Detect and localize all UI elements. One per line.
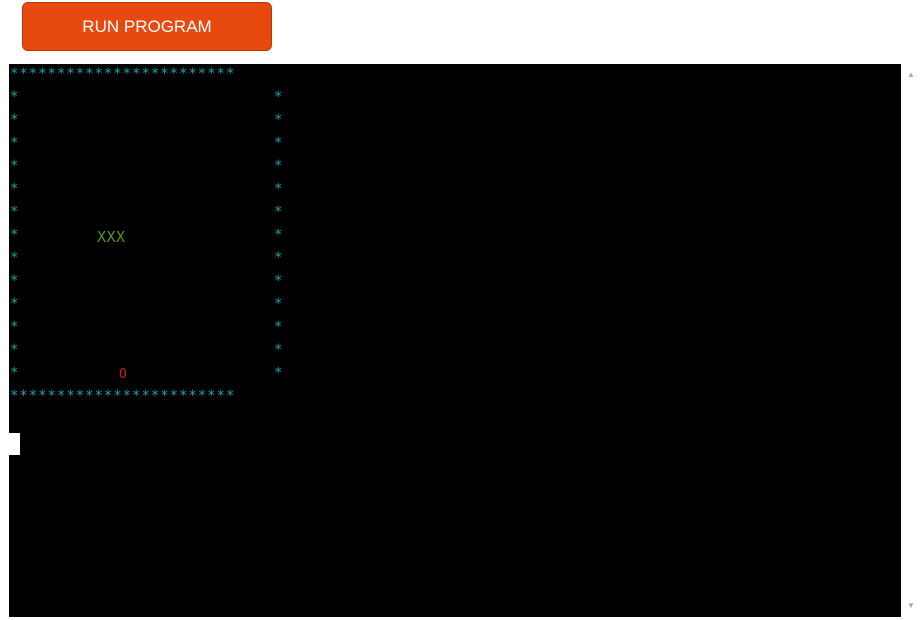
wall-right: * bbox=[274, 158, 283, 174]
wall-left: * bbox=[10, 365, 19, 381]
wall-right: * bbox=[274, 296, 283, 312]
wall-left: * bbox=[10, 181, 19, 197]
text-cursor bbox=[9, 433, 20, 455]
wall-left: * bbox=[10, 112, 19, 128]
wall-right: * bbox=[274, 273, 283, 289]
run-program-button[interactable]: RUN PROGRAM bbox=[22, 2, 272, 51]
wall-left: * bbox=[10, 158, 19, 174]
wall-right: * bbox=[274, 342, 283, 358]
wall-left: * bbox=[10, 296, 19, 312]
wall-left: * bbox=[10, 204, 19, 220]
snake: XXX bbox=[97, 228, 126, 246]
wall-right: * bbox=[274, 181, 283, 197]
wall-right: * bbox=[274, 227, 283, 243]
console-scrollbar[interactable]: ▲ ▼ bbox=[901, 64, 921, 617]
wall-right: * bbox=[274, 204, 283, 220]
top-border: ************************ bbox=[10, 66, 236, 82]
wall-left: * bbox=[10, 273, 19, 289]
console-output[interactable]: ************************ * * * * * * * * * * * * * * *… bbox=[9, 64, 901, 617]
wall-right: * bbox=[274, 365, 283, 381]
bottom-border: ************************ bbox=[10, 388, 236, 404]
wall-right: * bbox=[274, 319, 283, 335]
wall-left: * bbox=[10, 135, 19, 151]
wall-right: * bbox=[274, 89, 283, 105]
wall-left: * bbox=[10, 342, 19, 358]
triangle-down-icon[interactable]: ▼ bbox=[901, 601, 921, 611]
wall-left: * bbox=[10, 89, 19, 105]
wall-left: * bbox=[10, 227, 19, 243]
triangle-up-icon[interactable]: ▲ bbox=[901, 70, 921, 80]
wall-right: * bbox=[274, 135, 283, 151]
wall-left: * bbox=[10, 319, 19, 335]
wall-right: * bbox=[274, 250, 283, 266]
wall-left: * bbox=[10, 250, 19, 266]
wall-right: * bbox=[274, 112, 283, 128]
food: O bbox=[119, 367, 127, 382]
